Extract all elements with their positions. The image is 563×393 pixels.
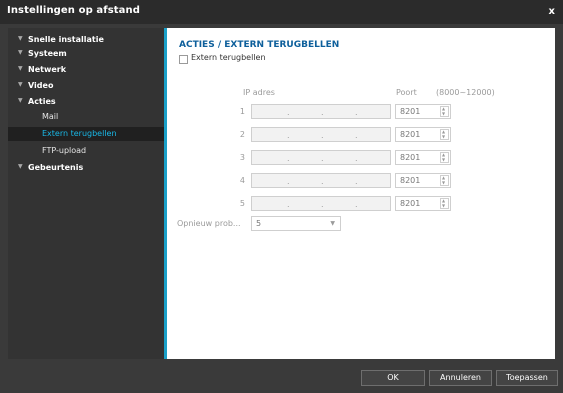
sidebar-item-video[interactable]: ▼ Video [8, 79, 164, 92]
port-header: Poort [396, 88, 417, 97]
sidebar-item-gebeurtenis[interactable]: ▼ Gebeurtenis [8, 161, 164, 174]
port-stepper[interactable]: 8201 ▲ ▼ [395, 127, 451, 142]
sidebar-item-label: Snelle installatie [28, 35, 104, 44]
ip-separator: . [355, 131, 358, 140]
ip-separator: . [321, 177, 324, 186]
ip-separator: . [355, 154, 358, 163]
port-value: 8201 [400, 176, 421, 185]
sidebar-item-label: Netwerk [28, 65, 67, 74]
port-value: 8201 [400, 153, 421, 162]
ip-separator: . [355, 108, 358, 117]
spinner-icon[interactable]: ▲ ▼ [440, 129, 449, 140]
sidebar-item-label: Video [28, 81, 54, 90]
port-range-label: (8000~12000) [436, 88, 495, 97]
sidebar-item-label: Gebeurtenis [28, 163, 84, 172]
sidebar-item-label: Systeem [28, 49, 67, 58]
remote-settings-window: Instellingen op afstand x ▼ Snelle insta… [0, 0, 563, 393]
triangle-down-icon: ▼ [18, 65, 23, 72]
triangle-down-icon: ▼ [18, 163, 23, 170]
ip-separator: . [287, 177, 290, 186]
spinner-icon[interactable]: ▲ ▼ [440, 152, 449, 163]
apply-button[interactable]: Toepassen [496, 370, 558, 386]
ip-separator: . [355, 177, 358, 186]
port-value: 8201 [400, 107, 421, 116]
sidebar-item-label: FTP-upload [42, 146, 87, 155]
spinner-icon[interactable]: ▲ ▼ [440, 175, 449, 186]
sidebar-item-snelle-installatie[interactable]: ▼ Snelle installatie [8, 33, 164, 46]
cancel-button[interactable]: Annuleren [429, 370, 492, 386]
ip-separator: . [321, 131, 324, 140]
ip-separator: . [287, 131, 290, 140]
row-number: 5 [239, 199, 245, 208]
sidebar-item-label: Mail [42, 112, 59, 121]
window-title: Instellingen op afstand [7, 5, 140, 16]
chevron-down-icon: ▼ [330, 220, 335, 227]
sidebar-item-ftp-upload[interactable]: FTP-upload [8, 144, 164, 158]
triangle-down-icon: ▼ [18, 97, 23, 104]
sidebar-item-extern-terugbellen[interactable]: Extern terugbellen [8, 127, 164, 141]
port-stepper[interactable]: 8201 ▲ ▼ [395, 196, 451, 211]
extern-terugbellen-checkbox[interactable] [179, 55, 188, 64]
ip-address-field[interactable]: . . . [251, 196, 391, 211]
port-stepper[interactable]: 8201 ▲ ▼ [395, 104, 451, 119]
ip-separator: . [287, 200, 290, 209]
main-content: ACTIES / EXTERN TERUGBELLEN Extern terug… [167, 28, 555, 359]
ip-separator: . [321, 108, 324, 117]
sidebar: ▼ Snelle installatie ▼ Systeem ▼ Netwerk… [8, 28, 164, 359]
ip-separator: . [287, 154, 290, 163]
row-number: 1 [239, 107, 245, 116]
sidebar-item-acties[interactable]: ▼ Acties [8, 95, 164, 108]
retry-label: Opnieuw prob... [177, 219, 241, 228]
sidebar-item-netwerk[interactable]: ▼ Netwerk [8, 63, 164, 76]
ip-separator: . [321, 154, 324, 163]
port-value: 8201 [400, 130, 421, 139]
row-number: 3 [239, 153, 245, 162]
ip-separator: . [355, 200, 358, 209]
ip-separator: . [287, 108, 290, 117]
ok-button[interactable]: OK [361, 370, 425, 386]
triangle-down-icon: ▼ [18, 49, 23, 56]
sidebar-item-systeem[interactable]: ▼ Systeem [8, 47, 164, 60]
close-icon[interactable]: x [549, 6, 555, 17]
triangle-down-icon: ▼ [18, 35, 23, 42]
sidebar-item-mail[interactable]: Mail [8, 110, 164, 124]
triangle-down-icon: ▼ [18, 81, 23, 88]
extern-terugbellen-label: Extern terugbellen [191, 53, 266, 62]
port-stepper[interactable]: 8201 ▲ ▼ [395, 150, 451, 165]
port-value: 8201 [400, 199, 421, 208]
port-stepper[interactable]: 8201 ▲ ▼ [395, 173, 451, 188]
ip-address-field[interactable]: . . . [251, 150, 391, 165]
retry-select[interactable]: 5 ▼ [251, 216, 341, 231]
page-title: ACTIES / EXTERN TERUGBELLEN [179, 40, 340, 50]
row-number: 2 [239, 130, 245, 139]
ip-header: IP adres [243, 88, 275, 97]
ip-address-field[interactable]: . . . [251, 173, 391, 188]
row-number: 4 [239, 176, 245, 185]
spinner-icon[interactable]: ▲ ▼ [440, 106, 449, 117]
ip-address-field[interactable]: . . . [251, 104, 391, 119]
ip-separator: . [321, 200, 324, 209]
retry-value: 5 [256, 219, 262, 228]
ip-address-field[interactable]: . . . [251, 127, 391, 142]
sidebar-item-label: Acties [28, 97, 56, 106]
spinner-icon[interactable]: ▲ ▼ [440, 198, 449, 209]
sidebar-item-label: Extern terugbellen [42, 129, 117, 138]
title-bar[interactable]: Instellingen op afstand x [0, 0, 563, 24]
